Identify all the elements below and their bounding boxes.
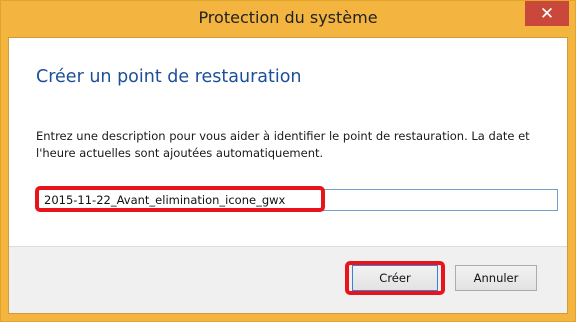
dialog-heading: Créer un point de restauration bbox=[36, 67, 302, 87]
close-button[interactable]: ✕ bbox=[525, 1, 569, 26]
dialog-window: Protection du système ✕ Créer un point d… bbox=[0, 0, 576, 322]
window-title: Protection du système bbox=[198, 8, 378, 27]
title-bar[interactable]: Protection du système ✕ bbox=[1, 1, 575, 37]
button-bar: Créer Annuler bbox=[9, 246, 567, 313]
create-button[interactable]: Créer bbox=[352, 265, 438, 291]
dialog-content: Créer un point de restauration Entrez un… bbox=[8, 37, 568, 314]
restore-point-name-input[interactable] bbox=[38, 189, 558, 211]
dialog-description: Entrez une description pour vous aider à… bbox=[36, 129, 530, 160]
cancel-button[interactable]: Annuler bbox=[455, 265, 537, 291]
close-icon: ✕ bbox=[539, 3, 555, 24]
